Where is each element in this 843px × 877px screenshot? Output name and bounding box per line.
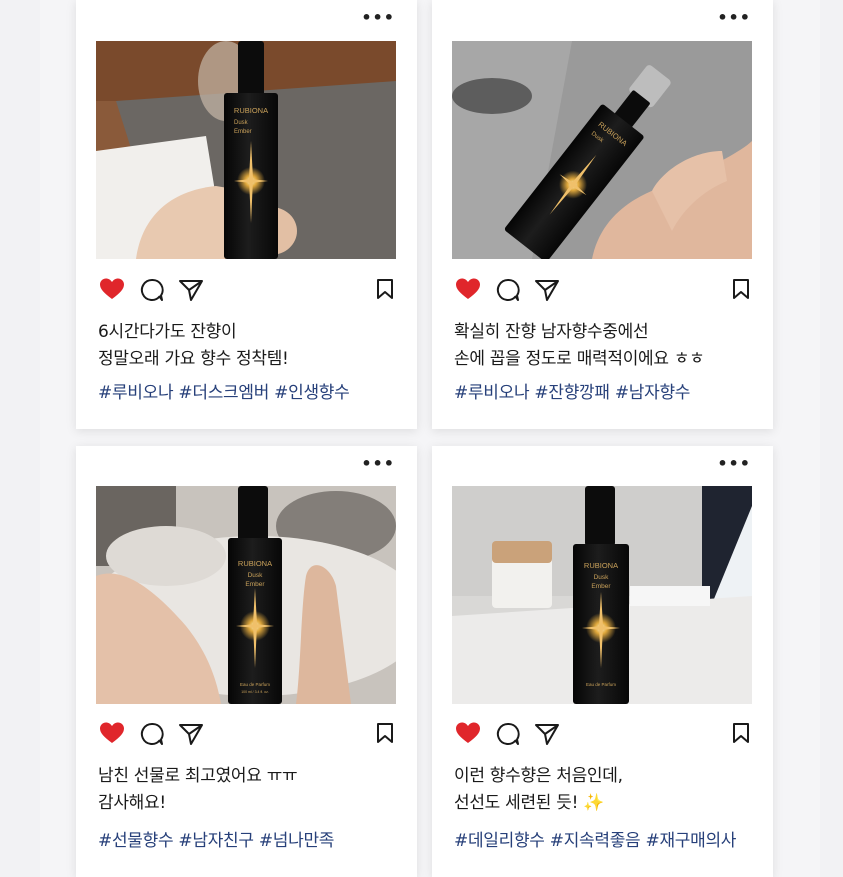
bottle-name-line1: Dusk	[248, 572, 264, 579]
bottle-name-line2: Ember	[234, 129, 252, 135]
bottle-brand: RUBIONA	[238, 559, 272, 568]
comment-icon[interactable]	[140, 278, 164, 302]
bottle-type: Eau de Parfum	[586, 682, 616, 687]
post-photo[interactable]: RUBIONA Dusk Ember Eau de Parfum 100 ml …	[96, 486, 396, 704]
post-card-3: ••• RUBIONA Dusk Ember Eau de Parfum 100…	[76, 446, 417, 877]
bottle-name-line2: Ember	[245, 581, 265, 588]
caption-line: 감사해요!	[98, 793, 166, 813]
caption-line: 손에 꼽을 정도로 매력적이에요 ㅎㅎ	[454, 349, 705, 369]
heart-icon[interactable]	[100, 278, 124, 300]
more-horizontal-icon[interactable]: •••	[361, 456, 395, 472]
comment-icon[interactable]	[496, 722, 520, 746]
caption-line: 선선도 세련된 듯! ✨	[454, 793, 605, 813]
post-actions	[100, 278, 394, 304]
more-horizontal-icon[interactable]: •••	[717, 456, 751, 472]
bottle-name-line1: Dusk	[234, 120, 249, 126]
post-hashtags[interactable]: #데일리향수 #지속력좋음 #재구매의사	[454, 826, 764, 851]
bottle-brand: RUBIONA	[584, 561, 618, 570]
post-photo[interactable]: RUBIONA Dusk Ember	[96, 41, 396, 259]
bottle-brand: RUBIONA	[234, 106, 268, 115]
comment-icon[interactable]	[496, 278, 520, 302]
post-hashtags[interactable]: #선물향수 #남자친구 #넘나만족	[98, 826, 408, 851]
post-card-1: ••• RUBIONA Dusk Ember 6시간다가도 잔향이 정말오래 가…	[76, 0, 417, 429]
comment-icon[interactable]	[140, 722, 164, 746]
caption-line: 6시간다가도 잔향이	[98, 322, 237, 342]
heart-icon[interactable]	[456, 722, 480, 744]
bottle-volume: 100 ml / 3.4 fl. oz.	[241, 690, 269, 694]
post-caption: 남친 선물로 최고였어요 ㅠㅠ 감사해요!	[98, 763, 398, 817]
post-photo[interactable]: RUBIONA Dusk Ember Eau de Parfum	[452, 486, 752, 704]
caption-line: 확실히 잔향 남자향수중에선	[454, 322, 649, 342]
post-card-2: ••• RUBIONA Dusk 확실히 잔향 남자향수중에선 손에 꼽을 정도…	[432, 0, 773, 429]
post-photo[interactable]: RUBIONA Dusk	[452, 41, 752, 259]
post-actions	[456, 278, 750, 304]
post-caption: 6시간다가도 잔향이 정말오래 가요 향수 정착템!	[98, 319, 398, 373]
post-actions	[456, 722, 750, 748]
post-actions	[100, 722, 394, 748]
bottle-type: Eau de Parfum	[240, 682, 270, 687]
more-horizontal-icon[interactable]: •••	[717, 10, 751, 26]
send-icon[interactable]	[534, 278, 560, 302]
caption-line: 이런 향수향은 처음인데,	[454, 766, 623, 786]
bookmark-icon[interactable]	[376, 722, 394, 744]
caption-line: 남친 선물로 최고였어요 ㅠㅠ	[98, 766, 298, 786]
post-hashtags[interactable]: #루비오나 #잔향깡패 #남자향수	[454, 378, 764, 403]
post-hashtags[interactable]: #루비오나 #더스크엠버 #인생향수	[98, 378, 408, 403]
post-caption: 이런 향수향은 처음인데, 선선도 세련된 듯! ✨	[454, 763, 754, 817]
send-icon[interactable]	[534, 722, 560, 746]
post-card-4: ••• RUBIONA Dusk Ember Eau de Parfum 이런 …	[432, 446, 773, 877]
send-icon[interactable]	[178, 278, 204, 302]
bookmark-icon[interactable]	[732, 278, 750, 300]
send-icon[interactable]	[178, 722, 204, 746]
more-horizontal-icon[interactable]: •••	[361, 10, 395, 26]
bookmark-icon[interactable]	[732, 722, 750, 744]
bottle-name-line2: Ember	[591, 583, 611, 590]
bottle-name-line1: Dusk	[594, 574, 610, 581]
caption-line: 정말오래 가요 향수 정착템!	[98, 349, 289, 369]
heart-icon[interactable]	[100, 722, 124, 744]
bookmark-icon[interactable]	[376, 278, 394, 300]
post-caption: 확실히 잔향 남자향수중에선 손에 꼽을 정도로 매력적이에요 ㅎㅎ	[454, 319, 754, 373]
heart-icon[interactable]	[456, 278, 480, 300]
